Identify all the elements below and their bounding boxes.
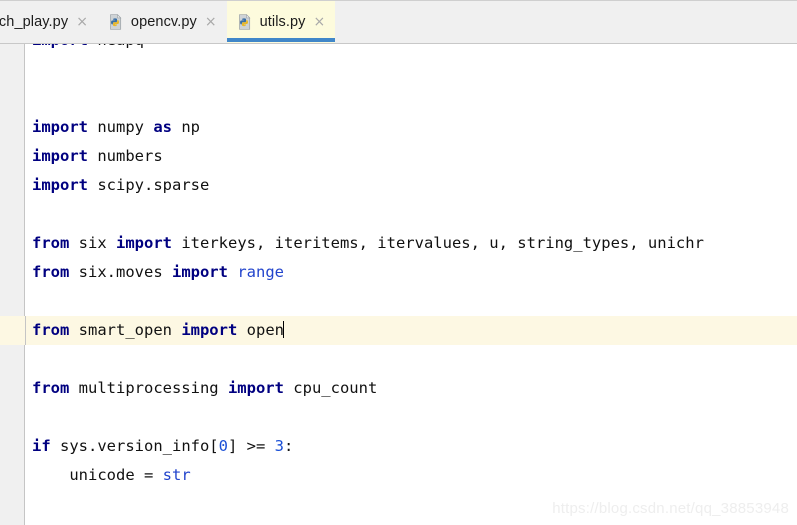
code-token: import bbox=[32, 176, 88, 194]
code-token: import bbox=[32, 147, 88, 165]
gutter-separator bbox=[25, 316, 26, 345]
text-caret bbox=[282, 321, 284, 338]
code-token: import bbox=[171, 263, 228, 281]
code-token: ] >= bbox=[228, 437, 275, 455]
code-token: numbers bbox=[88, 147, 163, 165]
code-token: range bbox=[237, 263, 284, 281]
editor-tab-label: rch_play.py bbox=[0, 14, 69, 30]
code-line-current[interactable]: from smart_open import open bbox=[0, 316, 797, 345]
code-line[interactable]: from six.moves import range bbox=[0, 258, 797, 287]
code-token: import bbox=[32, 118, 88, 136]
code-token: cpu_count bbox=[283, 379, 378, 397]
code-line[interactable] bbox=[0, 345, 797, 374]
code-line[interactable] bbox=[0, 519, 797, 525]
code-token: np bbox=[172, 118, 200, 136]
code-scroll-region[interactable]: import heapqimport numpy as npimport num… bbox=[0, 44, 797, 525]
code-token: six.moves bbox=[69, 263, 172, 281]
active-tab-underline bbox=[226, 38, 336, 42]
code-token: import bbox=[181, 321, 238, 339]
editor-tab-rch_play-py[interactable]: rch_play.py × bbox=[0, 1, 98, 43]
code-line[interactable] bbox=[0, 200, 797, 229]
code-token: 0 bbox=[218, 437, 228, 455]
code-token: from bbox=[32, 321, 70, 339]
code-line[interactable]: import numpy as np bbox=[0, 113, 797, 142]
code-token: str bbox=[162, 466, 191, 484]
code-token: import bbox=[32, 44, 88, 49]
code-token: multiprocessing bbox=[69, 379, 228, 397]
code-token: sys.version_info[ bbox=[50, 437, 219, 455]
code-token: import bbox=[116, 234, 172, 252]
code-line[interactable]: unicode = str bbox=[0, 461, 797, 490]
code-token: from bbox=[32, 234, 70, 252]
code-editor-area[interactable]: import heapqimport numpy as npimport num… bbox=[0, 44, 797, 525]
code-token: numpy bbox=[88, 118, 154, 136]
gutter-current-line-highlight bbox=[0, 316, 25, 345]
code-token: import bbox=[227, 379, 284, 397]
code-line[interactable]: import heapq bbox=[0, 44, 797, 55]
code-line[interactable]: if sys.version_info[0] >= 3: bbox=[0, 432, 797, 461]
code-token: 3 bbox=[274, 437, 285, 455]
code-token: open bbox=[246, 321, 284, 339]
editor-tab-bar: rch_play.py × opencv.py × utils.py × bbox=[0, 0, 797, 44]
code-token: iterkeys, iteritems, itervalues, u, stri… bbox=[172, 234, 704, 252]
code-token: from bbox=[32, 379, 70, 397]
close-icon[interactable]: × bbox=[313, 15, 327, 29]
code-token: scipy.sparse bbox=[88, 176, 210, 194]
code-token: : bbox=[284, 437, 294, 455]
code-token: as bbox=[153, 118, 172, 136]
code-token: smart_open bbox=[69, 321, 182, 339]
code-token: from bbox=[32, 263, 70, 281]
close-icon[interactable]: × bbox=[75, 15, 89, 29]
code-line[interactable] bbox=[0, 403, 797, 432]
python-file-icon bbox=[110, 14, 122, 30]
editor-tab-opencv-py[interactable]: opencv.py × bbox=[98, 1, 227, 43]
code-line[interactable] bbox=[0, 55, 797, 84]
code-line[interactable]: import scipy.sparse bbox=[0, 171, 797, 200]
editor-tab-utils-py[interactable]: utils.py × bbox=[226, 1, 336, 43]
code-token: if bbox=[32, 437, 51, 455]
watermark-text: https://blog.csdn.net/qq_38853948 bbox=[552, 500, 789, 517]
code-line[interactable]: from multiprocessing import cpu_count bbox=[0, 374, 797, 403]
code-line[interactable] bbox=[0, 287, 797, 316]
editor-tab-label: utils.py bbox=[259, 14, 306, 30]
code-editor-window: rch_play.py × opencv.py × utils.py × import h… bbox=[0, 0, 797, 525]
code-line[interactable] bbox=[0, 84, 797, 113]
editor-tab-label: opencv.py bbox=[130, 14, 197, 30]
code-token: unicode = bbox=[32, 466, 163, 484]
code-line[interactable]: from six import iterkeys, iteritems, ite… bbox=[0, 229, 797, 258]
close-icon[interactable]: × bbox=[204, 15, 218, 29]
code-line[interactable]: import numbers bbox=[0, 142, 797, 171]
code-token: heapq bbox=[88, 44, 144, 49]
code-token: six bbox=[69, 234, 116, 252]
code-line-list: import heapqimport numpy as npimport num… bbox=[0, 44, 797, 525]
python-file-icon bbox=[238, 14, 251, 30]
